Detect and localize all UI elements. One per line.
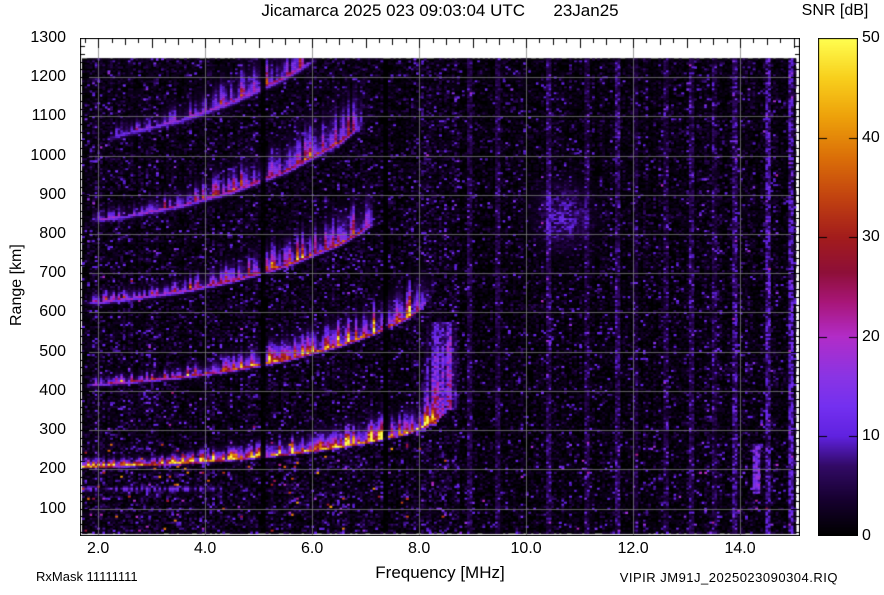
data-file-id: VIPIR JM91J_2025023090304.RIQ [619,570,838,585]
colorbar-tick-label: 0 [862,527,871,544]
x-tick-label: 10.0 [510,540,542,557]
y-tick-label: 100 [39,499,66,517]
y-tick-label: 200 [39,460,66,478]
y-tick-label: 900 [39,185,66,203]
colorbar-tick-label: 20 [862,327,880,345]
x-tick-label: 12.0 [617,540,649,557]
ionogram-viewer: Jicamarca 2025 023 09:03:04 UTC 23Jan25 … [0,0,884,595]
colorbar-tick-label: 40 [862,128,880,146]
y-tick-label: 1200 [30,68,66,86]
colorbar-tick-label: 50 [862,29,880,46]
colorbar-tick-label: 10 [862,427,880,445]
colorbar-title: SNR [dB] [801,2,869,19]
y-tick-label: 500 [39,342,66,360]
x-tick-label: 14.0 [724,540,756,557]
y-tick-label: 600 [39,303,66,321]
x-tick-label: 4.0 [194,540,217,557]
colorbar-tick-label: 30 [862,228,880,246]
y-tick-label: 700 [39,264,66,282]
y-tick-label: 800 [39,225,66,243]
y-tick-label: 1300 [30,29,66,46]
rx-mask-text: RxMask 11111111 [36,569,138,584]
x-tick-label: 8.0 [408,540,431,557]
x-tick-label: 2.0 [87,540,110,557]
x-tick-label: 6.0 [301,540,324,557]
colorbar-canvas [818,38,858,536]
y-tick-label: 1100 [31,107,66,125]
ionogram-heatmap-canvas [80,38,800,536]
page-title: Jicamarca 2025 023 09:03:04 UTC 23Jan25 [261,1,619,20]
y-tick-label: 400 [39,381,66,399]
y-tick-label: 300 [39,421,66,439]
y-tick-label: 1000 [30,146,66,164]
